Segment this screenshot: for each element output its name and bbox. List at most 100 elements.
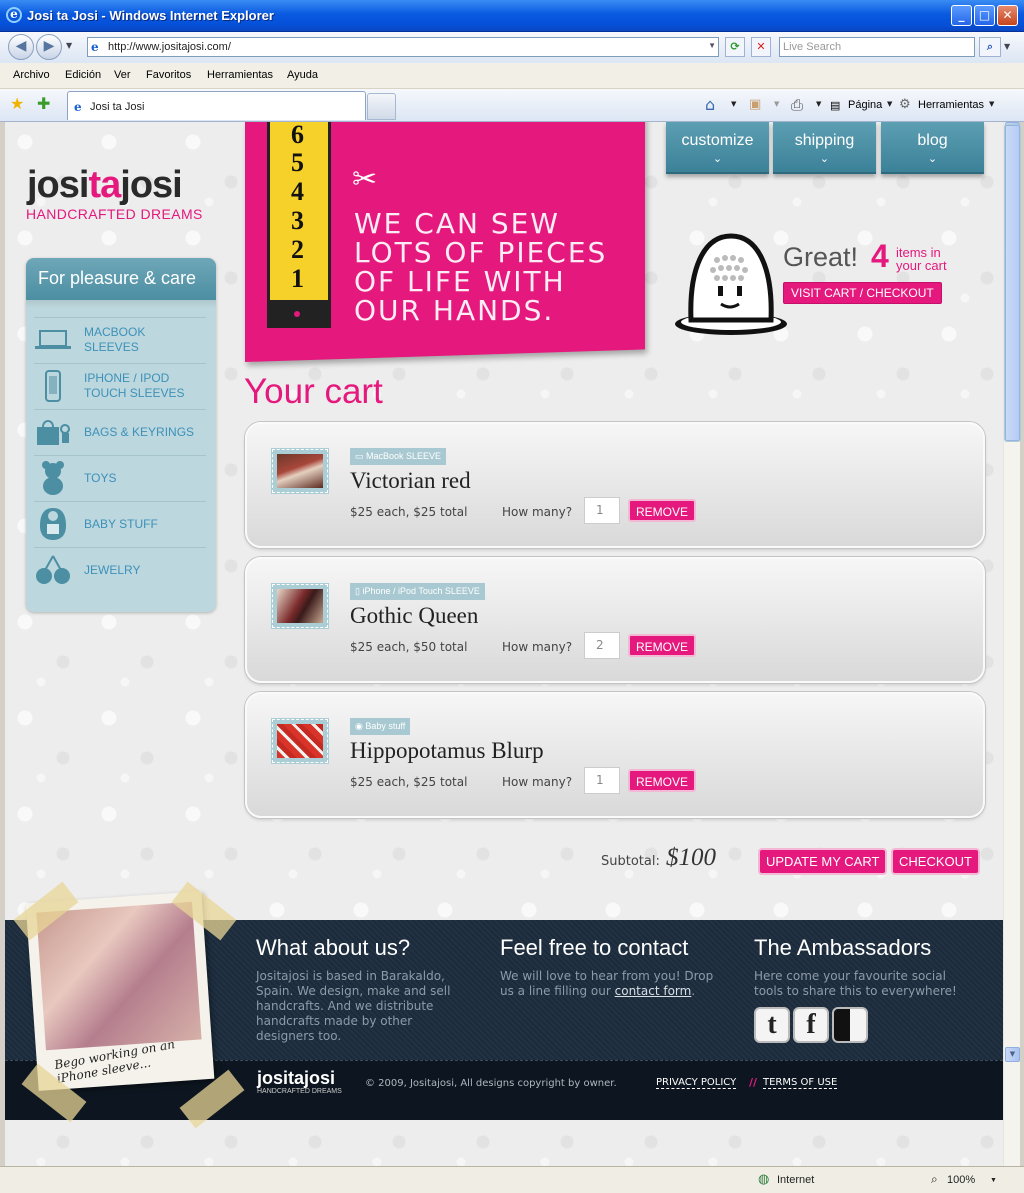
checkout-button[interactable]: CHECKOUT bbox=[891, 848, 980, 875]
sidebar-item-baby-stuff[interactable]: BABY STUFF bbox=[34, 501, 206, 546]
close-button[interactable]: ✕ bbox=[997, 5, 1018, 26]
stop-button[interactable]: ✕ bbox=[751, 37, 771, 57]
visit-cart-button[interactable]: VISIT CART / CHECKOUT bbox=[783, 282, 942, 304]
scroll-thumb[interactable] bbox=[1004, 124, 1021, 442]
product-name[interactable]: Victorian red bbox=[350, 468, 471, 494]
remove-button[interactable]: REMOVE bbox=[628, 499, 697, 522]
terms-of-use-link[interactable]: TERMS OF USE bbox=[763, 1077, 838, 1089]
laptop-icon bbox=[34, 320, 72, 360]
tab-josi-ta-josi[interactable]: e Josi ta Josi bbox=[67, 91, 366, 120]
nav-blog[interactable]: blog ⌄ bbox=[881, 122, 984, 174]
sidebar-item-label: BAGS & KEYRINGS bbox=[84, 424, 195, 439]
sidebar-item-iphone-sleeves[interactable]: IPHONE / IPOD TOUCH SLEEVES bbox=[34, 363, 206, 408]
address-value: http://www.jositajosi.com/ bbox=[108, 41, 231, 53]
product-category-tag: ▭ MacBook SLEEVE bbox=[350, 448, 447, 465]
add-favorite-icon[interactable]: ✚ bbox=[37, 94, 50, 113]
facebook-icon[interactable]: f bbox=[793, 1007, 829, 1043]
sidebar-item-jewelry[interactable]: JEWELRY bbox=[34, 547, 206, 592]
measuring-tape-graphic: 6 5 4 3 2 1 bbox=[267, 122, 331, 328]
menu-archivo[interactable]: Archivo bbox=[13, 69, 50, 81]
chevron-down-icon: ⌄ bbox=[819, 153, 830, 165]
zoom-level[interactable]: 100% bbox=[947, 1174, 975, 1186]
nav-customize[interactable]: customize ⌄ bbox=[666, 122, 769, 174]
privacy-policy-link[interactable]: PRIVACY POLICY bbox=[656, 1077, 737, 1089]
sidebar-item-toys[interactable]: TOYS bbox=[34, 455, 206, 500]
status-bar: ◍ Internet ⌕ 100% ▼ bbox=[0, 1166, 1024, 1193]
zoom-dropdown-icon[interactable]: ▼ bbox=[990, 1177, 997, 1184]
maximize-button[interactable]: □ bbox=[974, 5, 995, 26]
home-dropdown-icon[interactable]: ▼ bbox=[731, 100, 736, 108]
nav-shipping[interactable]: shipping ⌄ bbox=[773, 122, 876, 174]
site-tagline: HANDCRAFTED DREAMS bbox=[26, 206, 203, 222]
update-cart-button[interactable]: UPDATE MY CART bbox=[758, 848, 888, 875]
menu-ver[interactable]: Ver bbox=[114, 69, 131, 81]
favorites-star-icon[interactable]: ★ bbox=[10, 94, 24, 113]
sidebar-item-label: TOYS bbox=[84, 470, 117, 485]
sidebar-item-bags-keyrings[interactable]: BAGS & KEYRINGS bbox=[34, 409, 206, 454]
feeds-dropdown-icon[interactable]: ▼ bbox=[774, 100, 779, 108]
chevron-down-icon: ⌄ bbox=[927, 153, 938, 165]
quantity-label: How many? bbox=[502, 775, 573, 789]
logo-part-2: ta bbox=[88, 164, 121, 206]
feeds-icon[interactable]: ▣ bbox=[749, 97, 761, 112]
print-icon[interactable]: ⎙ bbox=[791, 96, 803, 114]
cart-count-label: items in your cart bbox=[896, 245, 947, 273]
page-icon: e bbox=[91, 40, 99, 54]
sidebar-item-label: MACBOOK SLEEVES bbox=[84, 325, 146, 354]
zoom-icon: ⌕ bbox=[931, 1172, 938, 1186]
product-category-tag: ▯ iPhone / iPod Touch SLEEVE bbox=[350, 583, 485, 600]
minimize-button[interactable]: _ bbox=[951, 5, 972, 26]
cart-item: ▭ MacBook SLEEVE Victorian red $25 each,… bbox=[245, 422, 985, 548]
footer-logo[interactable]: jositajosi bbox=[257, 1068, 335, 1089]
address-input[interactable]: e http://www.jositajosi.com/ ▼ bbox=[87, 37, 719, 57]
quantity-label: How many? bbox=[502, 640, 573, 654]
tools-menu[interactable]: Herramientas bbox=[918, 99, 984, 111]
scroll-down-icon[interactable]: ▼ bbox=[1005, 1047, 1020, 1062]
menu-ayuda[interactable]: Ayuda bbox=[287, 69, 318, 81]
logo-part-3: josi bbox=[120, 164, 182, 206]
menu-herramientas[interactable]: Herramientas bbox=[207, 69, 273, 81]
menu-edicion[interactable]: Edición bbox=[65, 69, 101, 81]
address-dropdown-icon[interactable]: ▼ bbox=[708, 41, 716, 50]
forward-button[interactable]: ▶ bbox=[36, 34, 62, 60]
back-button[interactable]: ◀ bbox=[8, 34, 34, 60]
remove-button[interactable]: REMOVE bbox=[628, 769, 697, 792]
product-thumbnail[interactable] bbox=[271, 583, 329, 629]
quantity-input[interactable]: 2 bbox=[584, 632, 620, 659]
remove-button[interactable]: REMOVE bbox=[628, 634, 697, 657]
vertical-scrollbar[interactable]: ▲ ▼ bbox=[1003, 122, 1021, 1166]
page-menu[interactable]: Página bbox=[848, 99, 882, 111]
refresh-button[interactable]: ⟳ bbox=[725, 37, 745, 57]
product-thumbnail[interactable] bbox=[271, 718, 329, 764]
page-dropdown-icon[interactable]: ▼ bbox=[887, 100, 892, 108]
contact-form-link[interactable]: contact form bbox=[615, 984, 692, 998]
twitter-icon[interactable]: t bbox=[754, 1007, 790, 1043]
product-name[interactable]: Gothic Queen bbox=[350, 603, 478, 629]
quantity-input[interactable]: 1 bbox=[584, 497, 620, 524]
nav-label: customize bbox=[681, 132, 754, 149]
chevron-down-icon: ⌄ bbox=[712, 153, 723, 165]
menu-favoritos[interactable]: Favoritos bbox=[146, 69, 191, 81]
bib-icon bbox=[34, 504, 72, 544]
tools-dropdown-icon[interactable]: ▼ bbox=[989, 100, 994, 108]
teddy-bear-icon bbox=[34, 458, 72, 498]
product-thumbnail[interactable] bbox=[271, 448, 329, 494]
delicious-icon[interactable] bbox=[832, 1007, 868, 1043]
search-input[interactable]: Live Search bbox=[779, 37, 975, 57]
product-price: $25 each, $25 total bbox=[350, 505, 468, 519]
home-icon[interactable]: ⌂ bbox=[705, 95, 715, 114]
search-icon[interactable]: ⌕ bbox=[979, 37, 1001, 57]
history-dropdown-icon[interactable]: ▼ bbox=[66, 41, 72, 50]
sidebar-item-macbook-sleeves[interactable]: MACBOOK SLEEVES bbox=[34, 317, 206, 362]
new-tab-button[interactable] bbox=[367, 93, 396, 120]
quantity-input[interactable]: 1 bbox=[584, 767, 620, 794]
print-dropdown-icon[interactable]: ▼ bbox=[816, 100, 821, 108]
sidebar-title: For pleasure & care bbox=[26, 258, 216, 300]
product-name[interactable]: Hippopotamus Blurp bbox=[350, 738, 544, 764]
site-logo[interactable]: jositajosi bbox=[27, 164, 183, 207]
tab-title: Josi ta Josi bbox=[90, 101, 145, 113]
search-options-icon[interactable]: ▼ bbox=[1004, 42, 1010, 51]
contact-title: Feel free to contact bbox=[500, 935, 689, 960]
cart-item: ▯ iPhone / iPod Touch SLEEVE Gothic Quee… bbox=[245, 557, 985, 683]
banner-slogan: WE CAN SEW LOTS OF PIECES OF LIFE WITH O… bbox=[354, 207, 608, 327]
